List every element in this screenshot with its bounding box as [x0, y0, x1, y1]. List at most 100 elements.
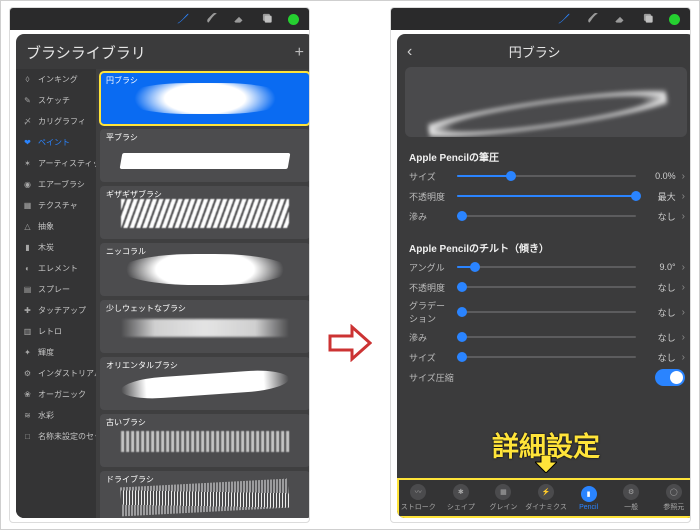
add-brush-icon[interactable]: +: [295, 44, 304, 62]
footer-tab-label: 参照元: [663, 502, 684, 512]
category-item[interactable]: ✦輝度: [16, 342, 96, 363]
smudge-tool-icon[interactable]: [204, 11, 218, 28]
slider-row: 滲みなし›: [397, 327, 691, 347]
chevron-right-icon[interactable]: ›: [682, 307, 685, 318]
slider-label: アングル: [409, 261, 451, 274]
color-swatch[interactable]: [288, 14, 299, 25]
chevron-right-icon[interactable]: ›: [682, 332, 685, 343]
chevron-right-icon[interactable]: ›: [682, 352, 685, 363]
category-label: ペイント: [38, 137, 70, 148]
category-item[interactable]: □名称未設定のセット: [16, 426, 96, 447]
category-label: エレメント: [38, 263, 78, 274]
slider[interactable]: [457, 329, 636, 345]
brush-name: 少しウェットなブラシ: [106, 303, 186, 314]
pen-nib-icon: ◊: [22, 74, 33, 85]
slider[interactable]: [457, 188, 636, 204]
settings-footer-tabs: 〰ストローク ✱ シェイプ ▦ グレイン ⚡ダイナミクス▮Pencil⚙一般◯参照元: [397, 478, 691, 518]
brush-item[interactable]: オリエンタルブラシ: [100, 357, 310, 410]
footer-tab-source[interactable]: ◯参照元: [652, 478, 691, 518]
shape-icon: ✱: [453, 484, 469, 500]
slider-label: サイズ: [409, 170, 451, 183]
erase-tool-icon[interactable]: [613, 11, 627, 28]
layers-tool-icon[interactable]: [260, 11, 274, 28]
slider[interactable]: [457, 259, 636, 275]
brush-item[interactable]: ニッコラル: [100, 243, 310, 296]
erase-tool-icon[interactable]: [232, 11, 246, 28]
footer-tab-general[interactable]: ⚙一般: [610, 478, 653, 518]
category-item[interactable]: ▦テクスチャ: [16, 195, 96, 216]
footer-tab-label: シェイプ: [447, 502, 475, 512]
texture-icon: ▦: [22, 200, 33, 211]
brush-item[interactable]: ドライブラシ: [100, 471, 310, 518]
slider[interactable]: [457, 208, 636, 224]
category-item[interactable]: ≋水彩: [16, 405, 96, 426]
overlay-label: 詳細設定: [397, 425, 691, 464]
top-toolbar: [391, 8, 690, 30]
brush-item[interactable]: 平ブラシ: [100, 129, 310, 182]
brush-tool-icon[interactable]: [176, 11, 190, 28]
brush-stroke-preview: [121, 319, 289, 338]
section-pressure-title: Apple Pencilの筆圧: [397, 143, 691, 166]
brush-name: 古いブラシ: [106, 417, 146, 428]
category-item[interactable]: 〆カリグラフィ: [16, 111, 96, 132]
brush-tool-icon[interactable]: [557, 11, 571, 28]
footer-tab-grain[interactable]: ▦ グレイン: [482, 478, 525, 518]
category-item[interactable]: ▮木炭: [16, 237, 96, 258]
waves-icon: ≋: [22, 410, 33, 421]
slider-value: なし: [642, 210, 676, 223]
category-item[interactable]: ◊ インキング: [16, 69, 96, 90]
category-item[interactable]: ❀オーガニック: [16, 384, 96, 405]
category-label: インキング: [38, 74, 78, 85]
chevron-right-icon[interactable]: ›: [682, 282, 685, 293]
brush-item[interactable]: 円ブラシ: [100, 72, 310, 125]
touchup-icon: ✚: [22, 305, 33, 316]
brush-item[interactable]: ギザギザブラシ: [100, 186, 310, 239]
category-item[interactable]: ✎スケッチ: [16, 90, 96, 111]
chevron-right-icon[interactable]: ›: [682, 211, 685, 222]
brush-stroke-preview: [120, 153, 291, 169]
slider-label: 不透明度: [409, 190, 451, 203]
slider-label: 滲み: [409, 331, 451, 344]
wand-icon: ✶: [22, 158, 33, 169]
slider[interactable]: [457, 304, 636, 320]
footer-tab-stroke[interactable]: 〰ストローク: [397, 478, 440, 518]
footer-tab-label: Pencil: [579, 504, 598, 511]
slider-row: 滲み なし ›: [397, 206, 691, 226]
slider-row: サイズ0.0%›: [397, 166, 691, 186]
color-swatch[interactable]: [669, 14, 680, 25]
slider[interactable]: [457, 279, 636, 295]
category-item[interactable]: ▥レトロ: [16, 321, 96, 342]
size-compress-toggle[interactable]: [655, 369, 685, 386]
slider-value: なし: [642, 351, 676, 364]
category-item[interactable]: ⚙インダストリアル: [16, 363, 96, 384]
category-label: スプレー: [38, 284, 70, 295]
layers-tool-icon[interactable]: [641, 11, 655, 28]
brush-stroke-preview: [121, 199, 289, 228]
category-item[interactable]: ◉エアーブラシ: [16, 174, 96, 195]
brush-item[interactable]: 少しウェットなブラシ: [100, 300, 310, 353]
category-item[interactable]: △抽象: [16, 216, 96, 237]
chevron-right-icon[interactable]: ›: [682, 191, 685, 202]
slider-label: 滲み: [409, 210, 451, 223]
footer-tab-shape[interactable]: ✱ シェイプ: [440, 478, 483, 518]
settings-title: 円ブラシ: [398, 42, 671, 61]
slider[interactable]: [457, 168, 636, 184]
slider[interactable]: [457, 349, 636, 365]
chevron-right-icon[interactable]: ›: [682, 171, 685, 182]
grain-icon: ▦: [495, 484, 511, 500]
category-item[interactable]: ◐エレメント: [16, 258, 96, 279]
category-item[interactable]: ❤ペイント: [16, 132, 96, 153]
brush-item[interactable]: 古いブラシ: [100, 414, 310, 467]
footer-tab-label: 一般: [624, 502, 638, 512]
chevron-right-icon[interactable]: ›: [682, 262, 685, 273]
footer-tab-label: グレイン: [489, 502, 517, 512]
category-label: インダストリアル: [38, 368, 96, 379]
category-item[interactable]: ✚タッチアップ: [16, 300, 96, 321]
footer-tab-dynamics[interactable]: ⚡ダイナミクス: [525, 478, 568, 518]
smudge-tool-icon[interactable]: [585, 11, 599, 28]
category-item[interactable]: ▤スプレー: [16, 279, 96, 300]
brush-stroke-preview: [121, 431, 289, 452]
slider-value: なし: [642, 306, 676, 319]
footer-tab-pencil[interactable]: ▮Pencil: [567, 478, 610, 518]
category-item[interactable]: ✶アーティスティック: [16, 153, 96, 174]
